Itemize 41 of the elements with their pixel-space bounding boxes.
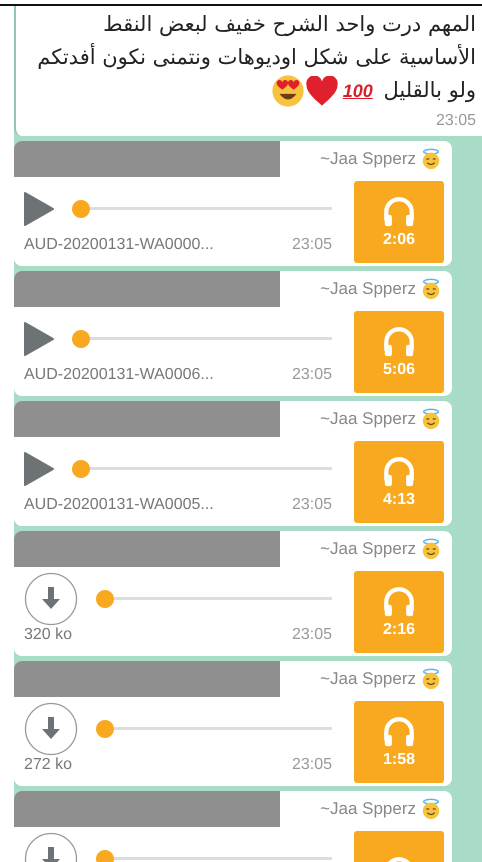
heart-icon — [304, 76, 339, 107]
play-icon[interactable] — [24, 452, 54, 486]
message-time: 23:05 — [292, 366, 332, 384]
file-label: 272 ko — [24, 756, 72, 774]
sender-name: ~Jaa Spperz — [320, 799, 416, 820]
download-icon[interactable] — [24, 702, 78, 756]
audio-duration-button[interactable]: 2:06 — [354, 181, 444, 264]
sender-name: ~Jaa Spperz — [320, 409, 416, 430]
smiling-face-with-halo-icon — [420, 798, 442, 820]
smiling-face-with-halo-icon — [420, 408, 442, 430]
sender-name: ~Jaa Spperz — [320, 669, 416, 690]
progress-thumb[interactable] — [72, 460, 90, 478]
file-label: AUD-20200131-WA0006... — [24, 366, 214, 384]
message-time: 23:05 — [292, 236, 332, 254]
audio-duration-button[interactable]: 2:16 — [354, 571, 444, 654]
smiling-face-with-halo-icon — [420, 538, 442, 560]
progress-thumb[interactable] — [72, 200, 90, 218]
message-time: 23:05 — [292, 626, 332, 644]
file-label: AUD-20200131-WA0005... — [24, 496, 214, 514]
smiling-face-with-halo-icon — [420, 148, 442, 170]
progress-thumb[interactable] — [96, 720, 114, 738]
file-label: 320 ko — [24, 626, 72, 644]
audio-duration-button[interactable]: 5:06 — [354, 311, 444, 394]
file-label: AUD-20200131-WA0000... — [24, 236, 214, 254]
progress-thumb[interactable] — [72, 330, 90, 348]
smiling-face-with-halo-icon — [420, 278, 442, 300]
play-icon[interactable] — [24, 322, 54, 356]
message-time: 23:05 — [434, 112, 476, 130]
sender-name: ~Jaa Spperz — [320, 279, 416, 300]
message-time: 23:05 — [292, 496, 332, 514]
smiling-face-with-halo-icon — [420, 668, 442, 690]
download-icon[interactable] — [24, 572, 78, 626]
heart-eyes-face-icon — [270, 74, 305, 108]
play-icon[interactable] — [24, 192, 54, 226]
message-time: 23:05 — [292, 756, 332, 774]
audio-duration-button[interactable]: 1:58 — [354, 701, 444, 784]
sender-name: ~Jaa Spperz — [320, 539, 416, 560]
sender-name: ~Jaa Spperz — [320, 149, 416, 170]
progress-thumb[interactable] — [96, 590, 114, 608]
audio-duration-button[interactable]: 4:13 — [354, 441, 444, 524]
hundred-points-emoji: 100 — [342, 80, 373, 103]
